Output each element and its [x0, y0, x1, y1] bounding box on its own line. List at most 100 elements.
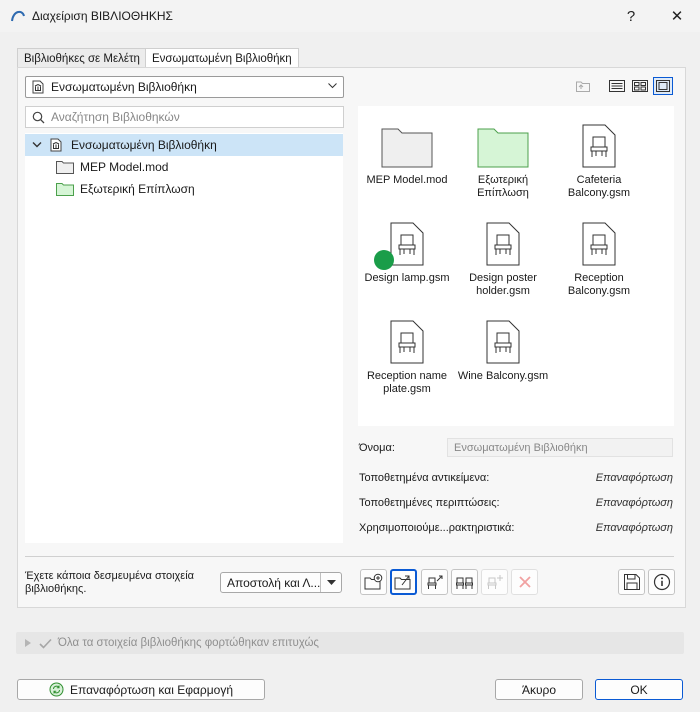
- archicad-logo-icon: [11, 10, 25, 22]
- cancel-label: Άκυρο: [521, 682, 557, 697]
- grid-item-label: Εξωτερική Επίπλωση: [477, 174, 529, 199]
- tree-root-item[interactable]: Ενσωματωμένη Βιβλιοθήκη: [25, 134, 343, 156]
- placed-status-dot: [374, 250, 394, 270]
- add-library-button[interactable]: [360, 569, 387, 595]
- list-view-icon: [609, 80, 625, 92]
- grid-item-design-poster-holder[interactable]: Design poster holder.gsm: [455, 214, 551, 298]
- grid-item-mep-model[interactable]: MEP Model.mod: [359, 116, 455, 187]
- tree-item-label: Εξωτερική Επίπλωση: [80, 182, 195, 196]
- folder-green-icon: [56, 183, 74, 196]
- search-box[interactable]: Αναζήτηση Βιβλιοθηκών: [25, 106, 344, 128]
- tree-root-label: Ενσωματωμένη Βιβλιοθήκη: [71, 138, 217, 152]
- placed-instances-value[interactable]: Επαναφόρτωση: [596, 497, 673, 509]
- gsm-file-icon: [486, 320, 520, 364]
- triangle-down-icon: [326, 580, 336, 585]
- tree-item-mep-model[interactable]: MEP Model.mod: [25, 156, 343, 178]
- large-icons-view-button[interactable]: [653, 77, 673, 95]
- title-bar: Διαχείριση ΒΙΒΛΙΟΘΗΚΗΣ ? ✕: [0, 0, 700, 32]
- tree-item-exterior-furniture[interactable]: Εξωτερική Επίπλωση: [25, 178, 343, 200]
- name-label: Όνομα:: [359, 442, 395, 454]
- grid-item-label: Cafeteria Balcony.gsm: [567, 174, 631, 199]
- cancel-button[interactable]: Άκυρο: [495, 679, 583, 700]
- close-button[interactable]: ✕: [662, 4, 692, 28]
- grid-item-label: MEP Model.mod: [366, 174, 448, 186]
- objects-icon: [455, 577, 473, 589]
- tab-label: Ενσωματωμένη Βιβλιοθήκη: [152, 52, 292, 65]
- status-message: Όλα τα στοιχεία βιβλιοθήκης φορτώθηκαν ε…: [58, 637, 319, 649]
- folder-gray-icon: [381, 128, 433, 168]
- remove-button-disabled[interactable]: [511, 569, 538, 595]
- add-object-button-disabled[interactable]: [481, 569, 508, 595]
- expand-chevron-icon[interactable]: [32, 141, 42, 149]
- grid-item-reception-name-plate[interactable]: Reception name plate.gsm: [359, 312, 455, 396]
- small-icons-view-button[interactable]: [630, 77, 650, 95]
- placed-objects-label: Τοποθετημένα αντικείμενα:: [359, 472, 490, 484]
- chevron-down-icon: [328, 83, 337, 89]
- folder-add-icon: [364, 573, 382, 590]
- folder-gray-icon: [56, 161, 74, 174]
- library-select-value: Ενσωματωμένη Βιβλιοθήκη: [51, 80, 197, 94]
- window-title: Διαχείριση ΒΙΒΛΙΟΘΗΚΗΣ: [32, 9, 173, 23]
- used-attributes-value[interactable]: Επαναφόρτωση: [596, 522, 673, 534]
- library-select[interactable]: Ενσωματωμένη Βιβλιοθήκη: [25, 76, 344, 98]
- library-tree: Ενσωματωμένη Βιβλιοθήκη MEP Model.mod Εξ…: [25, 133, 343, 543]
- object-add-icon: [487, 575, 503, 589]
- dropdown-arrow[interactable]: [320, 573, 341, 592]
- placed-instances-label: Τοποθετημένες περιπτώσεις:: [359, 497, 500, 509]
- library-icon: [32, 80, 44, 94]
- reserved-action-value: Αποστολή και Λ...: [227, 575, 321, 590]
- gsm-file-icon: [582, 124, 616, 168]
- gsm-file-icon: [582, 222, 616, 266]
- grid-item-cafeteria-balcony[interactable]: Cafeteria Balcony.gsm: [551, 116, 647, 200]
- grid-item-design-lamp[interactable]: Design lamp.gsm: [359, 214, 455, 285]
- check-icon: [39, 638, 52, 649]
- name-field: Ενσωματωμένη Βιβλιοθήκη: [447, 438, 673, 457]
- tree-item-label: MEP Model.mod: [80, 160, 169, 174]
- tab-embedded-library[interactable]: Ενσωματωμένη Βιβλιοθήκη: [145, 48, 299, 68]
- status-bar: Όλα τα στοιχεία βιβλιοθήκης φορτώθηκαν ε…: [16, 632, 684, 654]
- library-icon: [50, 138, 62, 152]
- object-export-icon: [427, 575, 442, 589]
- tab-libraries-in-project[interactable]: Βιβλιοθήκες σε Μελέτη: [17, 48, 147, 68]
- list-view-button[interactable]: [607, 77, 627, 95]
- close-x-icon: [518, 576, 531, 588]
- library-items-grid: MEP Model.mod Εξωτερική Επίπλωση Cafeter…: [358, 106, 674, 426]
- gsm-file-icon: [390, 222, 424, 266]
- grid-item-wine-balcony[interactable]: Wine Balcony.gsm: [455, 312, 551, 383]
- folder-export-icon: [394, 575, 410, 590]
- search-input[interactable]: Αναζήτηση Βιβλιοθηκών: [51, 110, 180, 124]
- search-icon: [32, 111, 45, 123]
- grid-item-exterior-furniture[interactable]: Εξωτερική Επίπλωση: [455, 116, 551, 200]
- grid-item-reception-balcony[interactable]: Reception Balcony.gsm: [551, 214, 647, 298]
- grid-item-label: Wine Balcony.gsm: [457, 370, 549, 382]
- reserved-message: Έχετε κάποια δεσμευμένα στοιχεία βιβλιοθ…: [25, 570, 194, 595]
- tab-label: Βιβλιοθήκες σε Μελέτη: [24, 52, 140, 65]
- reload-icon: [49, 682, 64, 697]
- save-icon: [623, 574, 640, 590]
- divider: [25, 556, 674, 557]
- reload-and-apply-button[interactable]: Επαναφόρτωση και Εφαρμογή: [17, 679, 265, 700]
- save-button[interactable]: [618, 569, 645, 595]
- folder-up-icon: [576, 81, 590, 92]
- reserved-action-select[interactable]: Αποστολή και Λ...: [220, 572, 342, 593]
- grid-item-label: Design lamp.gsm: [364, 272, 450, 284]
- send-object-button[interactable]: [421, 569, 448, 595]
- help-button[interactable]: ?: [616, 4, 646, 28]
- info-button[interactable]: [648, 569, 675, 595]
- large-icons-view-icon: [656, 80, 670, 92]
- gsm-file-icon: [486, 222, 520, 266]
- ok-button[interactable]: OK: [595, 679, 683, 700]
- go-up-folder-button[interactable]: [573, 77, 593, 95]
- grid-item-label: Design poster holder.gsm: [469, 272, 537, 297]
- grid-item-label: Reception name plate.gsm: [366, 370, 448, 395]
- placed-objects-value[interactable]: Επαναφόρτωση: [596, 472, 673, 484]
- expand-triangle-icon[interactable]: [25, 639, 31, 647]
- grid-view-icon: [632, 80, 648, 92]
- ok-label: OK: [630, 682, 648, 697]
- reload-and-apply-label: Επαναφόρτωση και Εφαρμογή: [69, 682, 234, 697]
- used-attributes-label: Χρησιμοποιούμε...ρακτηριστικά:: [359, 522, 515, 534]
- export-folder-button[interactable]: [390, 569, 417, 595]
- objects-button[interactable]: [451, 569, 478, 595]
- gsm-file-icon: [390, 320, 424, 364]
- grid-item-label: Reception Balcony.gsm: [567, 272, 631, 297]
